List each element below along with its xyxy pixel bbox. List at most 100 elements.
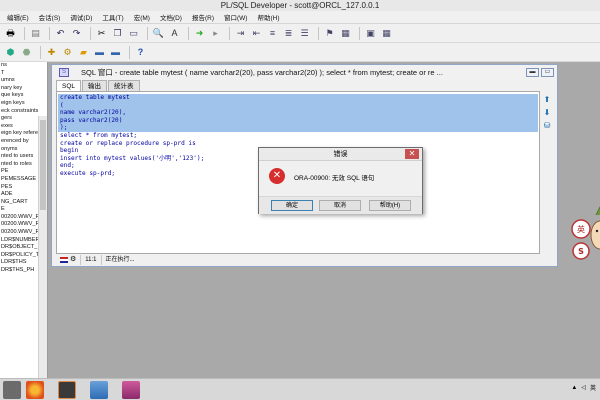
code-line-text: execute sp-prd;: [60, 169, 116, 177]
save-icon[interactable]: ▬: [93, 46, 106, 59]
new-object-icon[interactable]: ✚: [45, 46, 58, 59]
grid-icon[interactable]: ▦: [380, 27, 393, 40]
menu-window[interactable]: 窗口(W): [219, 12, 252, 22]
minimize-button[interactable]: ▬: [526, 68, 539, 77]
database-tool-icon[interactable]: [122, 381, 140, 399]
menu-tools[interactable]: 工具(T): [97, 12, 128, 22]
code-line-text: (: [60, 101, 64, 109]
plsql-developer-icon[interactable]: [58, 381, 76, 399]
tab-output[interactable]: 输出: [82, 80, 108, 91]
object-browser-scrollbar[interactable]: [38, 116, 47, 378]
toolbar-separator: [129, 45, 130, 59]
tab-statistics[interactable]: 统计表: [108, 80, 140, 91]
code-line[interactable]: create table mytest: [58, 94, 538, 102]
object-browser-item[interactable]: nary key: [0, 85, 47, 93]
object-browser-item[interactable]: ns: [0, 62, 47, 70]
comment-icon[interactable]: ☰: [298, 27, 311, 40]
object-browser-item[interactable]: T: [0, 70, 47, 78]
menu-debug[interactable]: 调试(D): [65, 12, 97, 22]
error-dialog: 错误 ✕ ✕ ORA-00900: 无效 SQL 语句 确定 取消 帮助(H): [258, 147, 423, 214]
logon-icon[interactable]: ⬢: [4, 46, 17, 59]
volume-icon[interactable]: ◁: [581, 384, 586, 391]
sql-window-statusbar: ⚙ 11:1 正在执行...: [56, 255, 540, 265]
execute-icon[interactable]: ⚙: [61, 46, 74, 59]
replace-icon[interactable]: A: [168, 27, 181, 40]
code-line[interactable]: (: [58, 101, 538, 110]
logoff-icon[interactable]: ⬣: [20, 46, 33, 59]
system-tray: ▲ ◁ 英: [567, 383, 596, 393]
save-all-icon[interactable]: ▬: [109, 46, 122, 59]
file-explorer-icon[interactable]: [90, 381, 108, 399]
toolbar-separator: [49, 26, 50, 40]
indent-icon[interactable]: ⇥: [234, 27, 247, 40]
paste-icon[interactable]: ▤: [29, 27, 42, 40]
menu-reports[interactable]: 报告(R): [187, 12, 219, 22]
code-line-text: name varchar2(20),: [60, 109, 127, 117]
window-list-icon[interactable]: ▣: [364, 27, 377, 40]
cancel-button[interactable]: 取消: [319, 200, 361, 211]
menu-help[interactable]: 帮助(H): [252, 12, 284, 22]
toolbar-separator: [318, 26, 319, 40]
sql-window-tabs: SQL 输出 统计表: [56, 80, 141, 91]
copy-icon[interactable]: ❐: [111, 27, 124, 40]
goto-icon[interactable]: ➜: [193, 27, 206, 40]
ok-button[interactable]: 确定: [271, 200, 313, 211]
secondary-toolbar: ⬢ ⬣ ✚ ⚙ ▰ ▬ ▬ ?: [0, 43, 600, 62]
firefox-icon[interactable]: [26, 381, 44, 399]
navigate-icon[interactable]: ▸: [209, 27, 222, 40]
help-icon[interactable]: ?: [134, 46, 147, 59]
code-line-text: select * from mytest;: [60, 131, 138, 139]
code-line[interactable]: );: [58, 124, 538, 132]
cut-icon[interactable]: ✂: [95, 27, 108, 40]
code-line-text: end;: [60, 162, 75, 170]
beautify-icon[interactable]: ▦: [339, 27, 352, 40]
toolbar-separator: [188, 26, 189, 40]
toolbar-separator: [90, 26, 91, 40]
code-line-text: insert into mytest values('小明','123');: [60, 154, 205, 162]
toolbar-separator: [24, 26, 25, 40]
svg-text:S: S: [578, 247, 584, 256]
object-browser-item[interactable]: eck constraints: [0, 108, 47, 116]
start-button[interactable]: [3, 381, 21, 399]
uppercase-icon[interactable]: ≡: [266, 27, 279, 40]
scroll-up-icon[interactable]: ⬆: [542, 95, 552, 105]
dialog-button-row: 确定 取消 帮助(H): [259, 196, 422, 214]
tab-sql[interactable]: SQL: [56, 80, 82, 91]
menu-documents[interactable]: 文档(D): [155, 12, 187, 22]
object-browser-item[interactable]: umns: [0, 77, 47, 85]
find-icon[interactable]: 🔍: [152, 27, 165, 40]
menu-edit[interactable]: 编辑(E): [2, 12, 34, 22]
code-line[interactable]: name varchar2(20),: [58, 109, 538, 117]
svg-text:英: 英: [577, 224, 585, 234]
toolbar-separator: [40, 45, 41, 59]
format-icon[interactable]: ⚑: [323, 27, 336, 40]
help-button[interactable]: 帮助(H): [369, 200, 411, 211]
object-browser-item[interactable]: que keys: [0, 92, 47, 100]
undo-icon[interactable]: ↶: [54, 27, 67, 40]
object-browser-item[interactable]: eign keys: [0, 100, 47, 108]
paste-clip-icon[interactable]: ▭: [127, 27, 140, 40]
mascot-graphic: 英 S: [571, 206, 600, 260]
code-line[interactable]: pass varchar2(20): [58, 116, 538, 125]
main-toolbar: 🖶 ▤ ↶ ↷ ✂ ❐ ▭ 🔍 A ➜ ▸ ⇥ ⇤ ≡ ≣ ☰ ⚑ ▦ ▣ ▦: [0, 24, 600, 43]
scroll-down-icon[interactable]: ⬇: [542, 108, 552, 118]
outdent-icon[interactable]: ⇤: [250, 27, 263, 40]
database-icon[interactable]: ⛁: [542, 121, 552, 131]
menu-macro[interactable]: 宏(M): [129, 12, 155, 22]
redo-icon[interactable]: ↷: [70, 27, 83, 40]
toolbar-separator: [229, 26, 230, 40]
network-icon[interactable]: ▲: [571, 385, 577, 391]
code-line[interactable]: select * from mytest;: [58, 132, 538, 140]
close-icon[interactable]: ✕: [405, 149, 419, 159]
code-line-text: );: [60, 124, 68, 132]
error-icon: ✕: [269, 168, 285, 184]
menu-session[interactable]: 会话(S): [34, 12, 66, 22]
lowercase-icon[interactable]: ≣: [282, 27, 295, 40]
ime-icon[interactable]: 英: [590, 383, 596, 392]
code-line-text: begin: [60, 147, 79, 155]
open-icon[interactable]: ▰: [77, 46, 90, 59]
maximize-button[interactable]: ▭: [541, 68, 554, 77]
editor-side-icons: ⬆ ⬇ ⛁: [542, 95, 554, 134]
print-icon[interactable]: 🖶: [4, 27, 17, 40]
scrollbar-thumb[interactable]: [40, 120, 46, 210]
